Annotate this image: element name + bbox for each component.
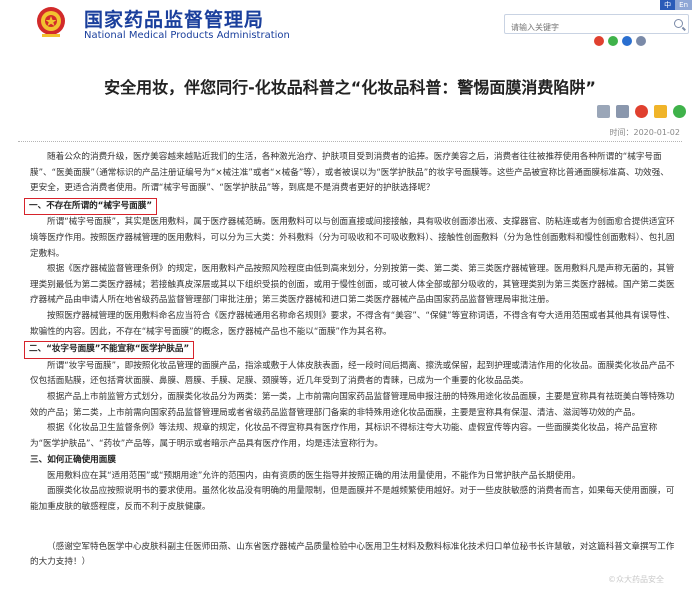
paragraph: 根据产品上市前监管方式划分，面膜类化妆品分为两类：第一类，上市前需向国家药品监督… (30, 391, 675, 418)
paragraph: 按照医疗器械管理的医用敷料命名应当符合《医疗器械通用名称命名规则》要求，不得含有… (30, 310, 675, 337)
article-title: 安全用妆，伴您同行-化妆品科普之“化妆品科普：警惕面膜消费陷阱” (104, 78, 596, 97)
section-heading: 三、如何正确使用面膜 (30, 455, 116, 466)
site-header: 国家药品监督管理局 National Medical Products Admi… (0, 0, 700, 48)
section-heading: 一、不存在所谓的“械字号面膜” (24, 197, 675, 216)
publish-date: 时间：2020-01-02 (609, 128, 681, 137)
search-input[interactable] (505, 18, 665, 37)
paragraph: 根据《医疗器械监督管理条例》的规定，医用敷料产品按照风险程度由低到高来划分，分别… (30, 264, 675, 306)
favorite-icon[interactable] (654, 105, 667, 118)
divider (18, 141, 682, 142)
download-icon[interactable] (597, 105, 610, 118)
highlight-box: 一、不存在所谓的“械字号面膜” (24, 197, 158, 216)
print-icon[interactable] (616, 105, 629, 118)
paragraph: 根据《化妆品卫生监督条例》等法规、规章的规定，化妆品不得宣称具有医疗作用，其标识… (30, 423, 658, 449)
paragraph: 医用敷料应在其“适用范围”或“预期用途”允许的范围内，由有资质的医生指导并按照正… (47, 470, 581, 481)
paragraph: 随着公众的消费升级，医疗美容越来越贴近我们的生活，各种激光治疗、护肤项目受到消费… (30, 152, 669, 194)
paragraph: 所谓“妆字号面膜”，即按照化妆品管理的面膜产品，指涂或敷于人体皮肤表面，经一段时… (30, 360, 675, 387)
wechat-icon[interactable] (673, 105, 686, 118)
language-switcher: 中 En (660, 0, 692, 10)
paragraph: 所谓“械字号面膜”，其实是医用敷料，属于医疗器械范畴。医用敷料可以与创面直接或间… (30, 217, 675, 259)
weibo-icon[interactable] (635, 105, 648, 118)
share-icons-header (594, 36, 646, 46)
search-box (504, 14, 689, 37)
article-tools (597, 105, 686, 118)
watermark: ©众大药品安全 (608, 575, 664, 584)
lang-tab-en[interactable]: En (675, 0, 692, 10)
acknowledgement: （感谢空军特色医学中心皮肤科副主任医师田燕、山东省医疗器械产品质量检验中心医用卫… (30, 541, 675, 568)
search-icon[interactable] (674, 19, 683, 28)
paragraph: 面膜类化妆品应按照说明书的要求使用。虽然化妆品没有明确的用量限制，但是面膜并不是… (30, 486, 675, 513)
wechat-icon[interactable] (608, 36, 618, 46)
article-body: 随着公众的消费升级，医疗美容越来越贴近我们的生活，各种激光治疗、护肤项目受到消费… (24, 150, 675, 571)
national-emblem-icon (37, 7, 65, 37)
site-name-en[interactable]: National Medical Products Administration (84, 30, 290, 41)
more-icon[interactable] (636, 36, 646, 46)
weibo-icon[interactable] (594, 36, 604, 46)
site-name-cn[interactable]: 国家药品监督管理局 (84, 5, 264, 32)
section-heading: 二、“妆字号面膜”不能宣称“医学护肤品” (24, 341, 675, 359)
highlight-box: 二、“妆字号面膜”不能宣称“医学护肤品” (24, 341, 195, 359)
lang-tab-cn[interactable]: 中 (660, 0, 676, 10)
app-icon[interactable] (622, 36, 632, 46)
